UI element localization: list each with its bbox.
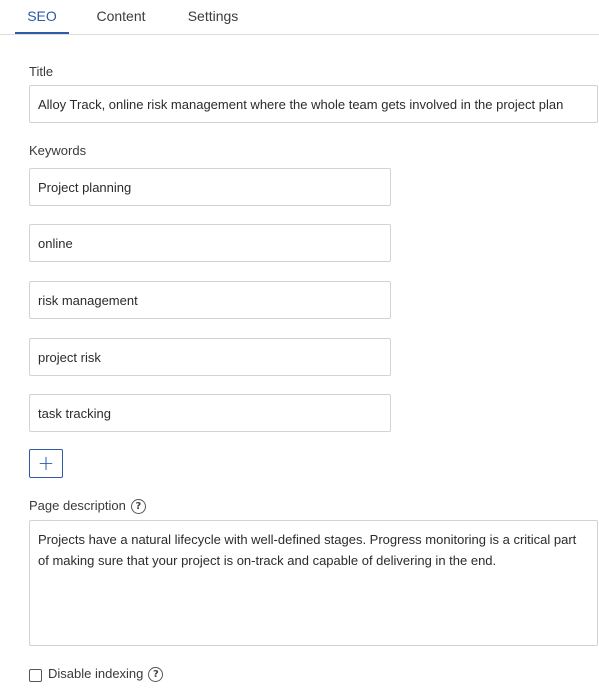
disable-indexing-checkbox[interactable] — [29, 669, 42, 682]
add-keyword-button[interactable]: + — [29, 449, 63, 478]
tab-seo[interactable]: SEO — [15, 0, 69, 34]
keyword-input-5[interactable] — [29, 394, 391, 432]
disable-indexing-label[interactable]: Disable indexing — [48, 666, 143, 681]
tab-bar: SEO Content Settings — [0, 0, 599, 35]
keyword-input-1[interactable] — [29, 168, 391, 206]
tab-content-label: Content — [96, 8, 146, 24]
title-label: Title — [29, 64, 54, 79]
keyword-input-4[interactable] — [29, 338, 391, 376]
page-description-label: Page description — [29, 498, 126, 513]
help-icon[interactable]: ? — [130, 499, 146, 515]
tab-settings-label: Settings — [187, 8, 239, 24]
keyword-input-3[interactable] — [29, 281, 391, 319]
tab-content[interactable]: Content — [89, 0, 153, 33]
tab-settings[interactable]: Settings — [180, 0, 246, 33]
tab-seo-label: SEO — [27, 8, 57, 24]
plus-icon: + — [37, 451, 55, 475]
title-input[interactable] — [29, 85, 598, 123]
page-description-textarea[interactable]: Projects have a natural lifecycle with w… — [29, 520, 598, 646]
keyword-input-2[interactable] — [29, 224, 391, 262]
disable-indexing-label-row: Disable indexing? — [48, 666, 164, 683]
active-tab-indicator — [15, 32, 69, 34]
help-icon[interactable]: ? — [148, 667, 164, 683]
keywords-label: Keywords — [29, 143, 87, 158]
page-description-label-row: Page description? — [29, 498, 146, 515]
